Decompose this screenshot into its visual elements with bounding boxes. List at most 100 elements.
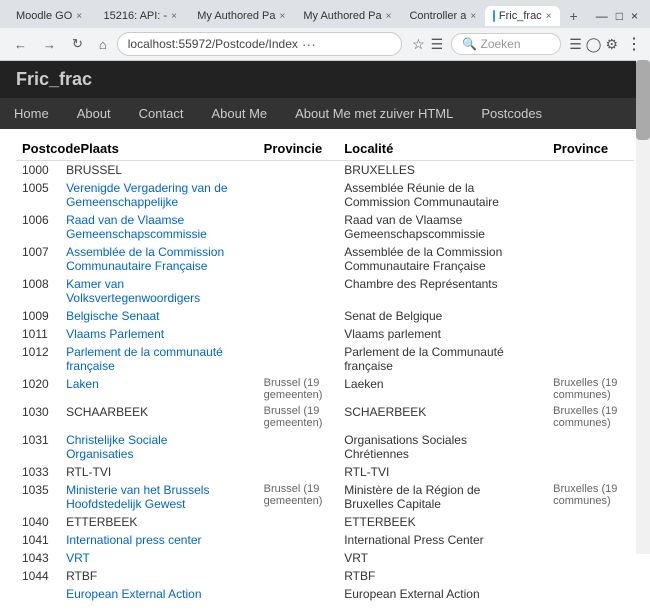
table-cell-provincie: [258, 307, 339, 325]
table-cell-name: Ministerie van het BrusselsHoofdstedelij…: [60, 481, 258, 513]
search-bar[interactable]: 🔍 Zoeken: [451, 33, 561, 55]
table-cell-province: [547, 531, 634, 549]
site-wrapper: Fric_frac Home About Contact About Me Ab…: [0, 61, 650, 611]
table-cell-empty: [533, 179, 547, 211]
table-row: 1043 VRT VRT: [16, 549, 634, 567]
tab-close-api[interactable]: ×: [171, 11, 177, 22]
table-row: 1005 Verenigde Vergadering van deGemeens…: [16, 179, 634, 211]
table-cell-name: European External Action: [60, 585, 258, 603]
header-postcode-plaats: PostcodePlaats: [16, 137, 258, 161]
table-cell-localite: SCHAERBEEK: [338, 403, 533, 431]
nav-aboutme[interactable]: About Me: [197, 98, 281, 129]
table-cell-name: Assemblée de la CommissionCommunautaire …: [60, 243, 258, 275]
table-row: 1041 International press center Internat…: [16, 531, 634, 549]
bookmark-icon[interactable]: ☆: [412, 36, 425, 53]
tab-label-authored2: My Authored Pa: [303, 10, 381, 22]
tab-controller[interactable]: Controller a ×: [397, 6, 483, 26]
maximize-button[interactable]: □: [616, 9, 623, 23]
table-cell-provincie: [258, 275, 339, 307]
nav-about[interactable]: About: [63, 98, 125, 129]
address-bar[interactable]: localhost:55972/Postcode/Index ···: [117, 32, 402, 56]
site-header: Fric_frac: [0, 61, 650, 98]
tab-close-moodle[interactable]: ×: [76, 11, 82, 22]
nav-aboutme-html[interactable]: About Me met zuiver HTML: [281, 98, 467, 129]
table-row: European External Action European Extern…: [16, 585, 634, 603]
table-row: 1007 Assemblée de la CommissionCommunaut…: [16, 243, 634, 275]
table-cell-province: Bruxelles (19communes): [547, 481, 634, 513]
tab-moodle[interactable]: Moodle GO ×: [4, 6, 89, 26]
browser-menu-button[interactable]: ⋮: [626, 34, 642, 54]
table-cell-code: 1030: [16, 403, 60, 431]
forward-button[interactable]: →: [37, 34, 62, 55]
table-cell-provincie: [258, 161, 339, 180]
table-cell-code: 1020: [16, 375, 60, 403]
search-icon: 🔍: [462, 37, 477, 51]
table-cell-provincie: [258, 325, 339, 343]
table-cell-localite: Chambre des Représentants: [338, 275, 533, 307]
tab-close-authored1[interactable]: ×: [279, 11, 285, 22]
table-cell-provincie: [258, 513, 339, 531]
site-title: Fric_frac: [16, 69, 92, 89]
table-cell-province: [547, 243, 634, 275]
tab-api[interactable]: 15216: API: - ×: [91, 6, 183, 26]
table-row: 1009 Belgische Senaat Senat de Belgique: [16, 307, 634, 325]
reload-button[interactable]: ↻: [66, 33, 89, 55]
table-row: 1020 Laken Brussel (19gemeenten) Laeken …: [16, 375, 634, 403]
home-button[interactable]: ⌂: [93, 34, 113, 55]
tab-authored2[interactable]: My Authored Pa ×: [291, 6, 395, 26]
tab-label-fricfrac: Fric_frac: [499, 10, 542, 22]
nav-contact[interactable]: Contact: [125, 98, 198, 129]
nav-home[interactable]: Home: [0, 98, 63, 129]
tab-label-api: 15216: API: -: [103, 10, 167, 22]
table-cell-localite: Raad van de VlaamseGemeenschapscommissie: [338, 211, 533, 243]
tab-label-moodle: Moodle GO: [16, 10, 72, 22]
table-cell-province: [547, 463, 634, 481]
tab-close-controller[interactable]: ×: [470, 11, 476, 22]
table-cell-name: Parlement de la communautéfrançaise: [60, 343, 258, 375]
table-cell-code: 1033: [16, 463, 60, 481]
extensions-icon[interactable]: ☰: [569, 36, 582, 53]
table-cell-name: SCHAARBEEK: [60, 403, 258, 431]
table-cell-name: RTBF: [60, 567, 258, 585]
tab-bar: Moodle GO × 15216: API: - × My Authored …: [0, 0, 650, 28]
table-cell-empty: [533, 431, 547, 463]
table-row: 1040 ETTERBEEK ETTERBEEK: [16, 513, 634, 531]
table-cell-province: [547, 343, 634, 375]
table-row: 1011 Vlaams Parlement Vlaams parlement: [16, 325, 634, 343]
table-cell-empty: [533, 567, 547, 585]
settings-icon[interactable]: ⚙: [605, 36, 618, 53]
profile-icon[interactable]: ◯: [586, 36, 602, 53]
table-cell-code: 1040: [16, 513, 60, 531]
tab-close-fricfrac[interactable]: ×: [546, 11, 552, 22]
tab-favicon-fricfrac: [493, 10, 494, 22]
table-cell-code: 1043: [16, 549, 60, 567]
table-cell-province: [547, 431, 634, 463]
new-tab-button[interactable]: +: [562, 4, 586, 28]
table-cell-province: [547, 513, 634, 531]
table-cell-name: Raad van de VlaamseGemeenschapscommissie: [60, 211, 258, 243]
back-button[interactable]: ←: [8, 34, 33, 55]
table-cell-name: Belgische Senaat: [60, 307, 258, 325]
table-cell-empty: [533, 211, 547, 243]
scroll-thumb[interactable]: [636, 60, 650, 140]
table-cell-code: 1041: [16, 531, 60, 549]
table-cell-code: 1035: [16, 481, 60, 513]
tab-fricfrac[interactable]: Fric_frac ×: [485, 6, 559, 26]
table-cell-name: BRUSSEL: [60, 161, 258, 180]
table-cell-province: [547, 275, 634, 307]
tab-close-authored2[interactable]: ×: [386, 11, 392, 22]
table-row: 1031 Christelijke SocialeOrganisaties Or…: [16, 431, 634, 463]
tab-authored1[interactable]: My Authored Pa ×: [185, 6, 289, 26]
table-cell-provincie: Brussel (19gemeenten): [258, 375, 339, 403]
header-empty: [533, 137, 547, 161]
table-cell-localite: Laeken: [338, 375, 533, 403]
address-options[interactable]: ···: [302, 36, 391, 52]
nav-postcodes[interactable]: Postcodes: [467, 98, 556, 129]
search-placeholder: Zoeken: [481, 37, 521, 51]
minimize-button[interactable]: —: [596, 9, 608, 23]
table-cell-province: [547, 549, 634, 567]
table-cell-province: [547, 307, 634, 325]
close-button[interactable]: ×: [631, 9, 638, 23]
readinglist-icon[interactable]: ☰: [431, 36, 444, 53]
table-cell-empty: [533, 531, 547, 549]
